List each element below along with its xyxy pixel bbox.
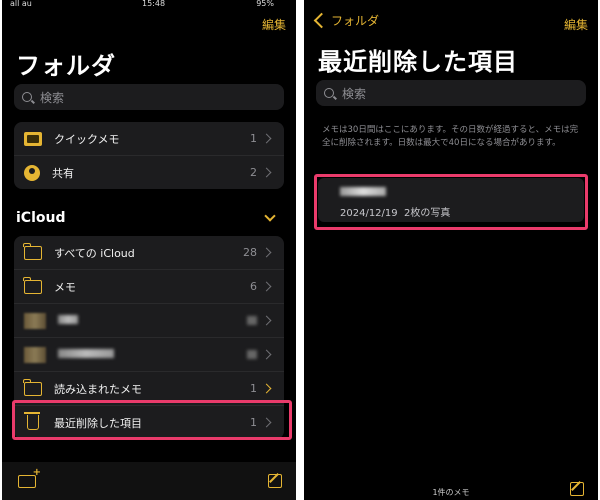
signal-carrier: all au — [10, 0, 32, 8]
search-placeholder: 検索 — [40, 90, 65, 105]
highlight-box-recently-deleted — [12, 400, 292, 440]
folder-label: 共有 — [52, 166, 74, 180]
folder-label: クイックメモ — [54, 132, 120, 146]
blurred-folder-label — [58, 315, 78, 324]
blurred-folder-icon — [24, 312, 46, 329]
chevron-right-icon — [261, 133, 272, 144]
retention-info-text: メモは30日間はここにあります。その日数が経過すると、メモは完全に削除されます。… — [322, 125, 579, 148]
folder-row-all-icloud[interactable]: すべての iCloud 28 — [14, 236, 284, 270]
folder-icon — [23, 378, 42, 396]
folders-screen: all au 15:48 95% 編集 フォルダ 検索 クイックメモ 1 共有 … — [2, 0, 296, 500]
blurred-folder-label — [58, 349, 114, 358]
folder-row-memo[interactable]: メモ 6 — [14, 270, 284, 304]
chevron-right-icon — [261, 383, 272, 394]
quick-memo-icon — [24, 131, 42, 146]
chevron-right-icon — [261, 315, 272, 326]
folder-count: 28 — [243, 246, 257, 259]
edit-button[interactable]: 編集 — [262, 16, 286, 33]
page-title: フォルダ — [16, 52, 116, 80]
folder-count: 1 — [250, 382, 257, 395]
folder-count: 6 — [250, 280, 257, 293]
chevron-right-icon — [261, 247, 272, 258]
search-input[interactable]: 検索 — [316, 80, 586, 106]
icloud-section-header[interactable]: iCloud — [16, 210, 282, 226]
page-title: 最近削除した項目 — [318, 48, 518, 76]
search-placeholder: 検索 — [342, 86, 367, 101]
shared-person-icon — [24, 164, 40, 181]
search-icon — [324, 88, 334, 98]
folder-label: メモ — [54, 280, 76, 294]
blurred-folder-count — [247, 350, 257, 359]
compose-icon[interactable] — [570, 482, 584, 496]
search-input[interactable]: 検索 — [14, 84, 284, 110]
blurred-folder-count — [247, 316, 257, 325]
edit-button[interactable]: 編集 — [564, 16, 588, 33]
chevron-left-icon — [313, 12, 330, 29]
status-bar: all au 15:48 95% — [2, 0, 296, 10]
note-count-footer: 1件のメモ — [432, 488, 470, 497]
folder-icon — [23, 276, 42, 294]
status-time: 15:48 — [142, 0, 166, 8]
folder-count: 2 — [250, 166, 257, 179]
new-folder-icon[interactable] — [18, 467, 41, 488]
folder-row-blurred-1[interactable] — [14, 304, 284, 338]
back-button[interactable]: フォルダ — [312, 12, 379, 29]
chevron-right-icon — [261, 349, 272, 360]
recently-deleted-screen: フォルダ 編集 最近削除した項目 検索 メモは30日間はここにあります。その日数… — [304, 0, 598, 500]
bottom-toolbar — [2, 462, 296, 500]
section-title: iCloud — [16, 210, 66, 226]
folder-label: すべての iCloud — [54, 246, 135, 260]
folder-icon — [23, 242, 42, 260]
chevron-down-icon — [264, 210, 276, 222]
back-label: フォルダ — [331, 14, 380, 28]
chevron-right-icon — [261, 281, 272, 292]
folder-count: 1 — [250, 132, 257, 145]
blurred-folder-icon — [24, 346, 46, 363]
folder-row-blurred-2[interactable] — [14, 338, 284, 372]
chevron-right-icon — [261, 167, 272, 178]
compose-icon[interactable] — [268, 474, 282, 488]
folder-label: 読み込まれたメモ — [54, 382, 142, 396]
search-icon — [22, 92, 32, 102]
battery-level: 95% — [256, 0, 274, 8]
top-folder-group: クイックメモ 1 共有 2 — [14, 122, 284, 189]
folder-row-shared[interactable]: 共有 2 — [14, 156, 284, 189]
folder-row-quick-memo[interactable]: クイックメモ 1 — [14, 122, 284, 156]
highlight-box-note — [314, 174, 588, 230]
